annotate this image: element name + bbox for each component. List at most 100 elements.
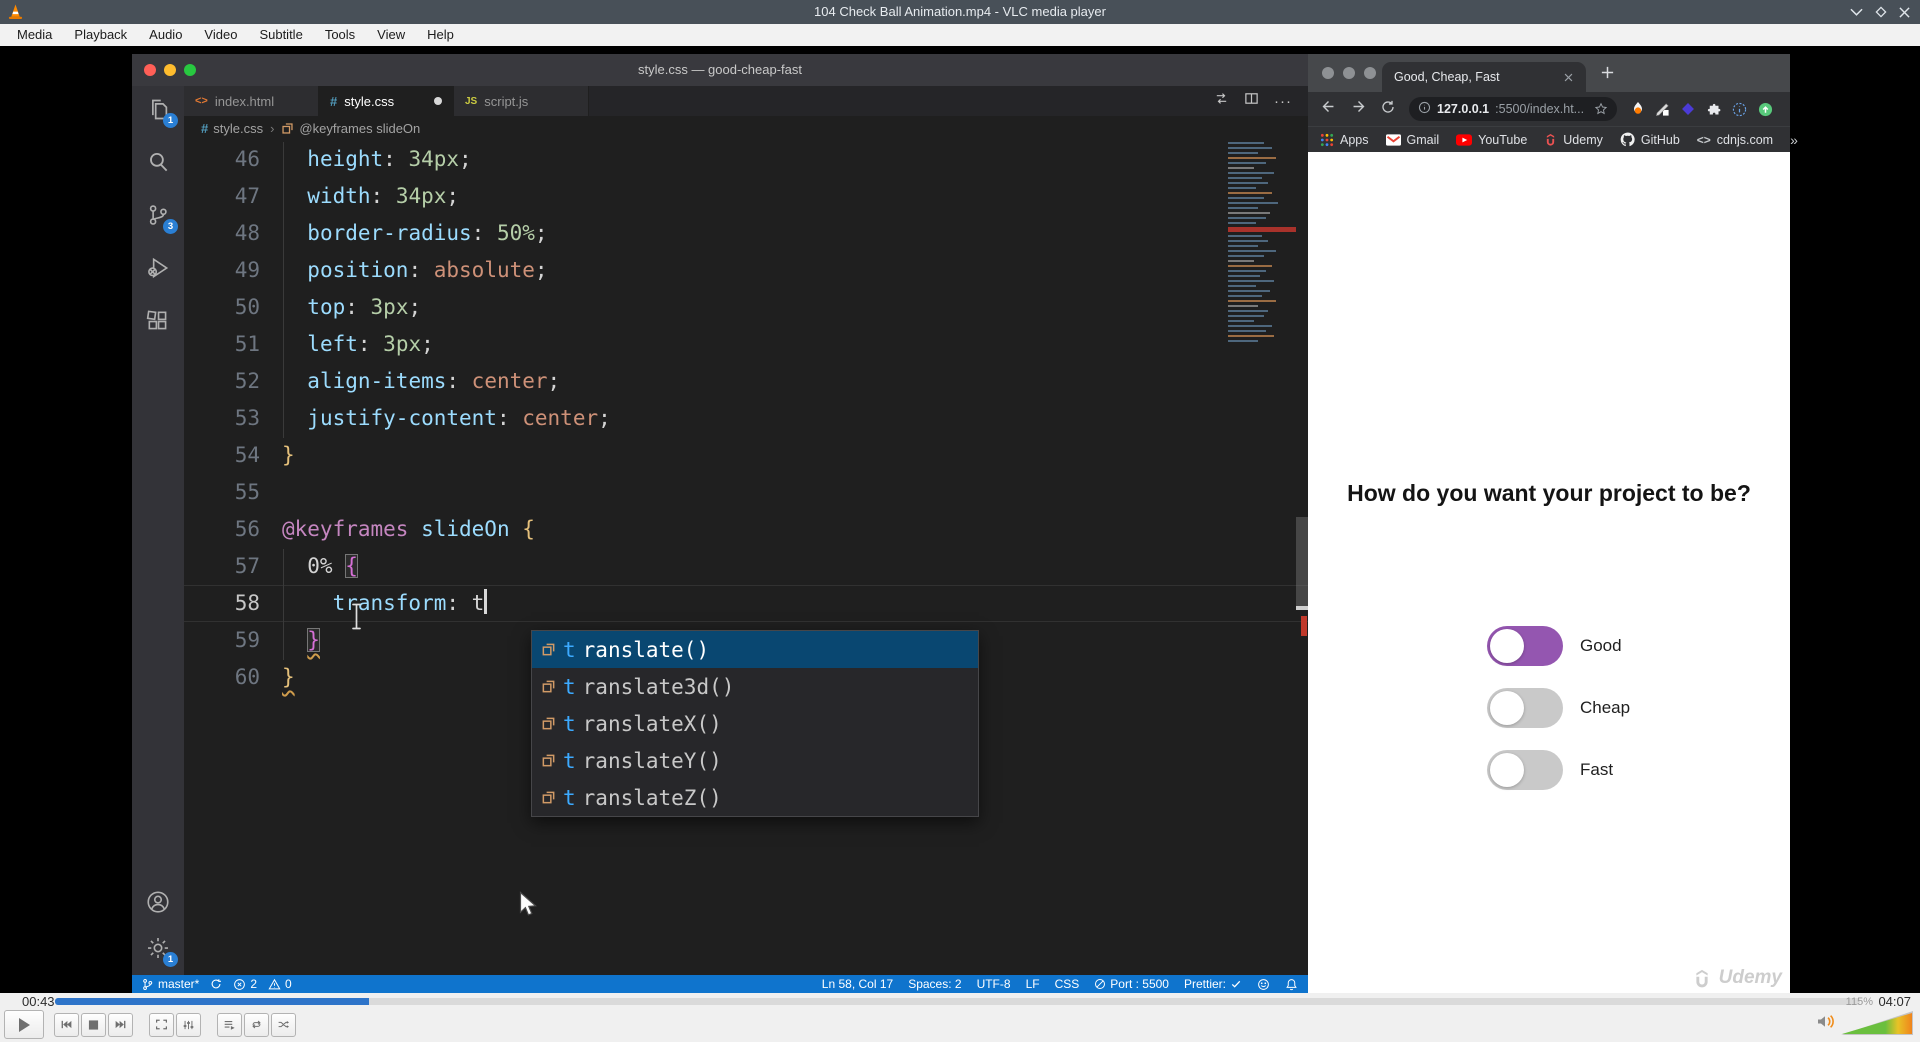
activity-search[interactable] [143,147,173,177]
tab-script.js[interactable]: JS script.js [454,86,589,116]
bookmark-cdnjs-com[interactable]: <> cdnjs.com [1697,133,1773,147]
status-css[interactable]: CSS [1055,977,1080,991]
extension-puzzle-icon[interactable] [1706,102,1721,117]
breadcrumb[interactable]: # style.css › @keyframes slideOn [184,116,1308,140]
menu-subtitle[interactable]: Subtitle [248,24,313,46]
mac-minimize-icon[interactable] [1343,67,1355,79]
bookmark-gmail[interactable]: Gmail [1385,133,1439,147]
toggle-fast[interactable] [1487,750,1563,790]
open-changes-icon[interactable] [1214,91,1229,111]
status-utf-8[interactable]: UTF-8 [977,977,1011,991]
stop-button[interactable] [81,1012,106,1037]
toggle-cheap[interactable] [1487,688,1563,728]
menu-help[interactable]: Help [416,24,465,46]
tab-style.css[interactable]: # style.css [319,86,454,116]
code-line[interactable]: 51 left: 3px; [184,326,1308,363]
playlist-button[interactable] [217,1012,242,1037]
code-line[interactable]: 50 top: 3px; [184,289,1308,326]
menu-video[interactable]: Video [193,24,248,46]
tab-index.html[interactable]: <> index.html [184,86,319,116]
suggestion-translateX[interactable]: t ranslateX() [532,705,978,742]
status-master[interactable]: master* [141,977,199,991]
play-button[interactable] [4,1010,44,1039]
bookmark-youtube[interactable]: YouTube [1456,133,1527,147]
mac-zoom-icon[interactable] [184,64,196,76]
loop-button[interactable] [244,1012,269,1037]
suggestion-translate[interactable]: t ranslate() [532,631,978,668]
mac-close-icon[interactable] [1322,67,1334,79]
previous-button[interactable] [54,1012,79,1037]
seek-bar[interactable] [55,998,1860,1005]
activity-explorer[interactable]: 1 [143,94,178,128]
volume-slider[interactable] [1841,1011,1913,1035]
status-ln-58-col-17[interactable]: Ln 58, Col 17 [822,977,893,991]
extension-pen-icon[interactable] [1655,102,1670,117]
status-2[interactable]: 2 [233,977,257,991]
reload-icon[interactable] [1380,99,1396,120]
fullscreen-button[interactable] [149,1012,174,1037]
suggestion-translateY[interactable]: t ranslateY() [532,742,978,779]
status-port-5500[interactable]: Port : 5500 [1094,977,1169,991]
code-line[interactable]: 46 height: 34px; [184,141,1308,178]
status-0[interactable]: 0 [268,977,292,991]
close-icon[interactable] [1899,6,1910,18]
bookmark-apps[interactable]: Apps [1320,133,1369,147]
next-button[interactable] [108,1012,133,1037]
bookmark-github[interactable]: GitHub [1620,132,1680,147]
code-editor[interactable]: 46 height: 34px; 47 width: 34px; 48 border… [184,140,1308,975]
code-line[interactable]: 56 @keyframes slideOn { [184,511,1308,548]
shuffle-button[interactable] [271,1012,296,1037]
menu-playback[interactable]: Playback [63,24,138,46]
extension-green-icon[interactable] [1758,102,1773,117]
code-line[interactable]: 55 [184,474,1308,511]
equalizer-button[interactable] [176,1012,201,1037]
mac-minimize-icon[interactable] [164,64,176,76]
tab-close-icon[interactable] [1563,72,1574,83]
code-line[interactable]: 52 align-items: center; [184,363,1308,400]
suggestion-translateZ[interactable]: t ranslateZ() [532,779,978,816]
code-line[interactable]: 54} [184,437,1308,474]
activity-settings[interactable]: 1 [143,933,178,967]
code-line[interactable]: 57 0% { [184,548,1308,585]
suggestion-translate3d[interactable]: t ranslate3d() [532,668,978,705]
activity-account[interactable] [143,887,173,917]
extension-orange-icon[interactable] [1632,102,1644,116]
extension-diamond-icon[interactable] [1681,102,1695,116]
minimap[interactable] [1228,142,1296,442]
activity-run-debug[interactable] [143,253,173,283]
unsaved-dot-icon[interactable] [434,97,442,105]
maximize-icon[interactable] [1875,6,1887,18]
menu-media[interactable]: Media [6,24,63,46]
status-prettier[interactable]: Prettier: [1184,977,1242,991]
code-line[interactable]: 53 justify-content: center; [184,400,1308,437]
activity-extensions[interactable] [143,306,173,336]
video-frame[interactable]: style.css — good-cheap-fast 1 3 1 <> index.… [0,46,1920,993]
code-line[interactable]: 49 position: absolute; [184,252,1308,289]
menu-audio[interactable]: Audio [138,24,193,46]
status-feedback[interactable] [1257,978,1270,991]
code-line[interactable]: 48 border-radius: 50%; [184,215,1308,252]
bookmarks-overflow-icon[interactable]: » [1790,132,1798,148]
minimize-icon[interactable] [1850,8,1863,16]
bookmark-udemy[interactable]: Udemy [1544,133,1603,147]
more-actions-icon[interactable]: ··· [1274,93,1292,110]
site-info-icon[interactable] [1418,101,1431,117]
speaker-icon[interactable] [1816,1013,1836,1035]
mac-close-icon[interactable] [144,64,156,76]
back-icon[interactable] [1320,98,1337,120]
extension-info-icon[interactable] [1732,102,1747,117]
editor-scrollbar[interactable] [1296,517,1308,607]
url-bar[interactable]: 127.0.0.1:5500/index.ht... [1409,97,1617,121]
code-line[interactable]: 47 width: 34px; [184,178,1308,215]
menu-view[interactable]: View [366,24,416,46]
status-lf[interactable]: LF [1026,977,1040,991]
split-editor-icon[interactable] [1244,91,1259,111]
bookmark-star-icon[interactable] [1594,102,1608,116]
browser-tab[interactable]: Good, Cheap, Fast [1382,62,1586,92]
status-sync[interactable] [210,978,222,990]
toggle-good[interactable] [1487,626,1563,666]
forward-icon[interactable] [1350,98,1367,120]
status-spaces-2[interactable]: Spaces: 2 [908,977,961,991]
menu-tools[interactable]: Tools [314,24,366,46]
mac-zoom-icon[interactable] [1364,67,1376,79]
